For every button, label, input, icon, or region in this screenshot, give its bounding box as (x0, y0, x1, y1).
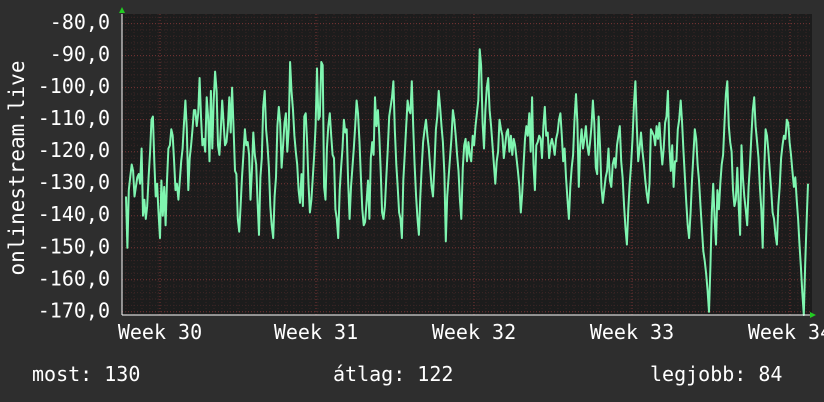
y-tick-label: -110,0 (38, 106, 110, 130)
x-tick-label: Week 32 (432, 320, 516, 344)
y-tick-label: -100,0 (38, 74, 110, 98)
y-tick-label: -140,0 (38, 202, 110, 226)
line-chart: -80,0 -90,0 -100,0 -110,0 -120,0 -130,0 -140,0… (5, 7, 824, 344)
x-tick-label: Week 33 (590, 320, 674, 344)
current-value: most: 130 (32, 362, 141, 386)
x-axis-arrow-icon (810, 312, 816, 318)
y-tick-label: -130,0 (38, 170, 110, 194)
y-axis-arrow-icon (119, 7, 125, 13)
y-tick-label: -120,0 (38, 138, 110, 162)
y-tick-label: -150,0 (38, 234, 110, 258)
y-axis-label: onlinestream.live (5, 61, 29, 276)
x-tick-label: Week 31 (274, 320, 358, 344)
x-tick-label: Week 34 (748, 320, 824, 344)
average-value: átlag: 122 (333, 362, 454, 386)
y-tick-label: -80,0 (50, 10, 110, 34)
y-tick-label: -170,0 (38, 298, 110, 322)
y-tick-label: -90,0 (50, 42, 110, 66)
y-tick-label: -160,0 (38, 266, 110, 290)
best-value: legjobb: 84 (650, 362, 783, 386)
x-tick-label: Week 30 (118, 320, 202, 344)
